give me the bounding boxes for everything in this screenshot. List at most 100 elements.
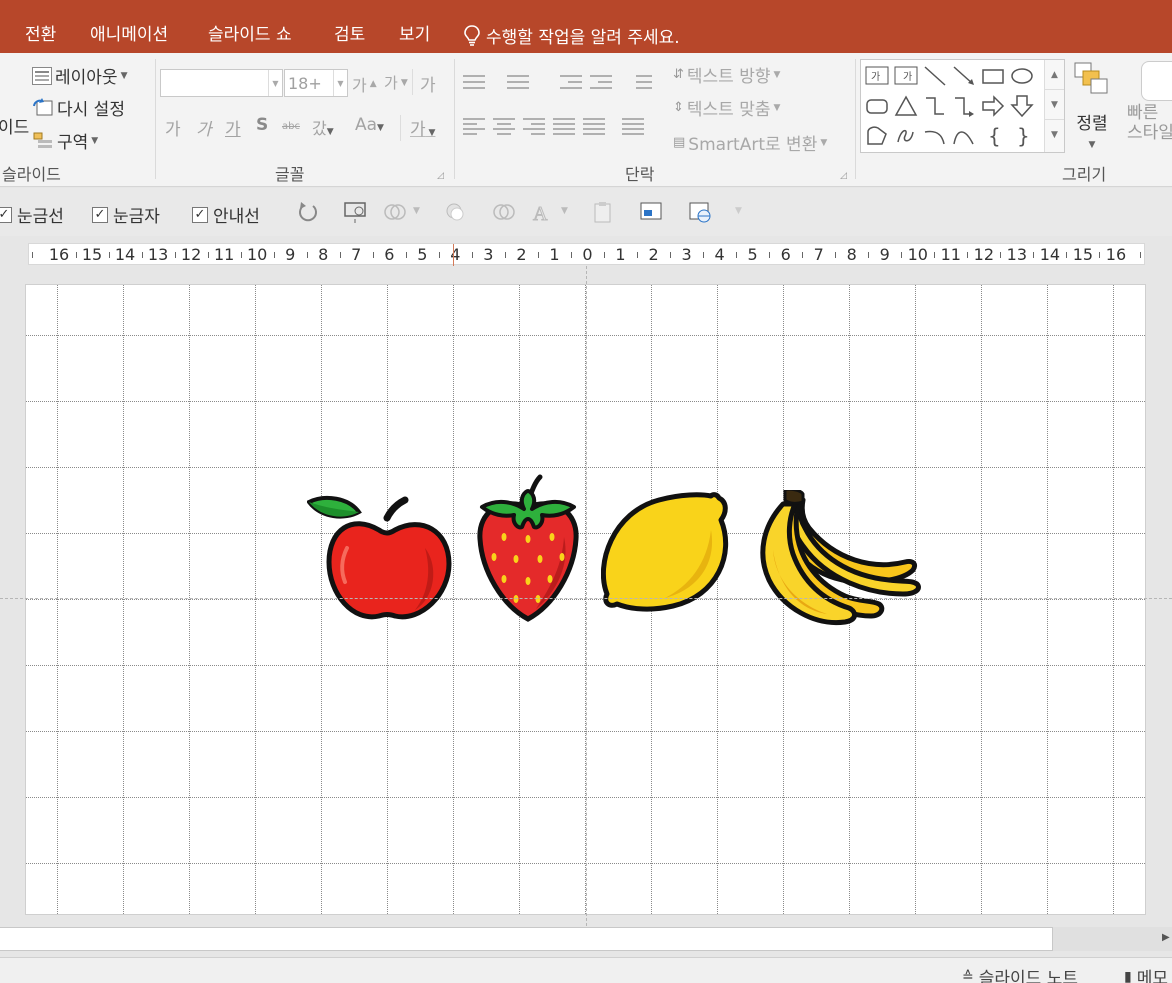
paste-icon[interactable] — [590, 200, 616, 224]
line-spacing-icon[interactable] — [630, 73, 652, 91]
freeform-icon[interactable] — [864, 124, 890, 148]
line-icon[interactable] — [922, 64, 948, 88]
right-arrow-icon[interactable] — [980, 94, 1006, 118]
vertical-guide[interactable] — [586, 266, 587, 926]
bullets-icon[interactable] — [463, 73, 485, 91]
distribute-icon[interactable] — [583, 118, 605, 136]
align-center-icon[interactable] — [493, 118, 515, 136]
strawberry-image[interactable] — [474, 473, 582, 623]
paragraph-dialog-launcher-icon[interactable]: ◿ — [840, 171, 847, 181]
comments-button[interactable]: ▮ 메모 — [1124, 964, 1168, 983]
gridlines-checkbox[interactable]: ✓ 눈금선 — [0, 202, 64, 227]
tell-me-box[interactable]: 수행할 작업을 알려 주세요. — [462, 22, 680, 48]
merge-shapes-icon[interactable] — [382, 200, 408, 224]
oval-icon[interactable] — [1009, 64, 1035, 88]
font-size-combo[interactable]: 18+ ▼ — [284, 69, 348, 97]
align-right-icon[interactable] — [523, 118, 545, 136]
section-icon — [33, 132, 52, 148]
left-brace-icon[interactable]: { — [980, 124, 1006, 148]
section-button[interactable]: 구역 ▼ — [32, 128, 98, 153]
shadow-button[interactable]: S — [256, 115, 268, 135]
font-name-combo[interactable]: ▼ — [160, 69, 283, 97]
tab-transitions[interactable]: 전환 — [25, 22, 56, 48]
chevron-down-icon[interactable]: ▼ — [735, 206, 742, 216]
text-effects-icon[interactable]: A — [530, 200, 556, 225]
chevron-down-icon[interactable]: ▼ — [413, 206, 420, 216]
apple-image[interactable] — [307, 490, 457, 630]
more-icon[interactable]: ▼ — [1045, 120, 1064, 150]
increase-indent-icon[interactable] — [590, 73, 612, 91]
rotate-icon[interactable] — [295, 200, 321, 224]
char-spacing-button[interactable]: 갔▼ — [312, 115, 334, 139]
new-slide-button-fragment[interactable]: 이드 — [0, 113, 29, 138]
chevron-up-icon[interactable]: ▲ — [1045, 60, 1064, 90]
change-case-button[interactable]: Aa▼ — [355, 115, 384, 135]
ruler-tick — [141, 252, 143, 258]
underline-button[interactable]: 가 — [225, 115, 241, 140]
notes-button[interactable]: ≙ 슬라이드 노트 — [962, 964, 1078, 983]
horizontal-scrollbar[interactable] — [0, 927, 1053, 951]
shrink-font-button[interactable]: 가 ▼ — [384, 72, 408, 93]
chevron-down-icon[interactable]: ▼ — [1045, 90, 1064, 120]
down-arrow-icon[interactable] — [1009, 94, 1035, 118]
vertical-textbox-icon[interactable]: 가 — [893, 64, 919, 88]
triangle-icon[interactable] — [893, 94, 919, 118]
chevron-down-icon[interactable]: ▼ — [561, 206, 568, 216]
strikethrough-button[interactable]: abc — [282, 121, 300, 132]
decrease-indent-icon[interactable] — [560, 73, 582, 91]
clear-format-button[interactable]: 가 — [420, 71, 436, 96]
curve-icon[interactable] — [951, 124, 977, 148]
gallery-scrollbar[interactable]: ▲ ▼ ▼ — [1044, 60, 1064, 152]
lemon-image[interactable] — [601, 490, 731, 614]
intersect-shapes-icon[interactable] — [491, 200, 517, 224]
elbow-arrow-icon[interactable] — [951, 94, 977, 118]
justify-icon[interactable] — [553, 118, 575, 136]
scribble-icon[interactable] — [893, 124, 919, 148]
right-brace-icon[interactable]: } — [1009, 124, 1035, 148]
arrange-button[interactable]: 정렬 ▼ — [1072, 61, 1112, 150]
chevron-down-icon[interactable]: ▼ — [333, 70, 347, 96]
font-dialog-launcher-icon[interactable]: ◿ — [437, 171, 444, 181]
horizontal-ruler[interactable]: 16 15 14 13 12 11 10 9 8 7 6 5 4 3 2 1 0 1 2 3 4 5 6 7 8 9 10 11 12 1… — [28, 243, 1145, 266]
align-left-icon[interactable] — [463, 118, 485, 136]
elbow-connector-icon[interactable] — [922, 94, 948, 118]
align-text-button[interactable]: ⇕ 텍스트 맞춤 ▼ — [673, 95, 780, 120]
shape-effects-icon[interactable] — [442, 200, 468, 224]
ruler-label: 10 — [907, 245, 928, 264]
textbox-icon[interactable]: 가 — [864, 64, 890, 88]
italic-button[interactable]: 가 — [196, 115, 212, 140]
shapes-gallery[interactable]: 가 가 { } ▲ ▼ ▼ — [860, 59, 1065, 153]
tab-slideshow[interactable]: 슬라이드 쇼 — [208, 22, 292, 48]
text-direction-button[interactable]: ⇵ 텍스트 방향 ▼ — [673, 62, 780, 87]
web-picture-icon[interactable] — [687, 200, 713, 224]
checkmark-icon: ✓ — [192, 206, 208, 223]
bold-button[interactable]: 가 — [165, 115, 181, 140]
columns-icon[interactable] — [622, 118, 644, 136]
quick-styles-button[interactable]: 빠른 스타일 — [1127, 61, 1172, 143]
ruler-tick — [537, 252, 539, 258]
rounded-rectangle-icon[interactable] — [864, 94, 890, 118]
chevron-down-icon[interactable]: ▼ — [268, 70, 282, 96]
tab-review[interactable]: 검토 — [334, 22, 365, 48]
layout-button[interactable]: 레이아웃 ▼ — [32, 63, 127, 88]
arrow-line-icon[interactable] — [951, 64, 977, 88]
rectangle-icon[interactable] — [980, 64, 1006, 88]
grow-font-button[interactable]: 가 ▲ — [352, 72, 377, 96]
text-direction-icon: ⇵ — [673, 67, 684, 82]
font-color-button[interactable]: 가 ▼ — [410, 115, 435, 140]
smartart-button[interactable]: ▤ SmartArt로 변환 ▼ — [673, 130, 827, 155]
scroll-right-icon[interactable]: ▶ — [1162, 932, 1170, 943]
numbering-icon[interactable] — [507, 73, 529, 91]
reset-button[interactable]: 다시 설정 — [32, 95, 125, 120]
horizontal-guide[interactable] — [0, 598, 1172, 599]
tab-animations[interactable]: 애니메이션 — [90, 22, 168, 48]
ruler-checkbox[interactable]: ✓ 눈금자 — [92, 202, 160, 227]
ruler-label: 2 — [516, 245, 527, 264]
ruler-tick — [603, 252, 605, 258]
tab-view[interactable]: 보기 — [399, 22, 430, 48]
guides-checkbox[interactable]: ✓ 안내선 — [192, 202, 260, 227]
presenter-icon[interactable] — [343, 200, 369, 224]
arc-icon[interactable] — [922, 124, 948, 148]
banana-image[interactable] — [753, 490, 923, 640]
slide-picture-icon[interactable] — [638, 200, 664, 224]
